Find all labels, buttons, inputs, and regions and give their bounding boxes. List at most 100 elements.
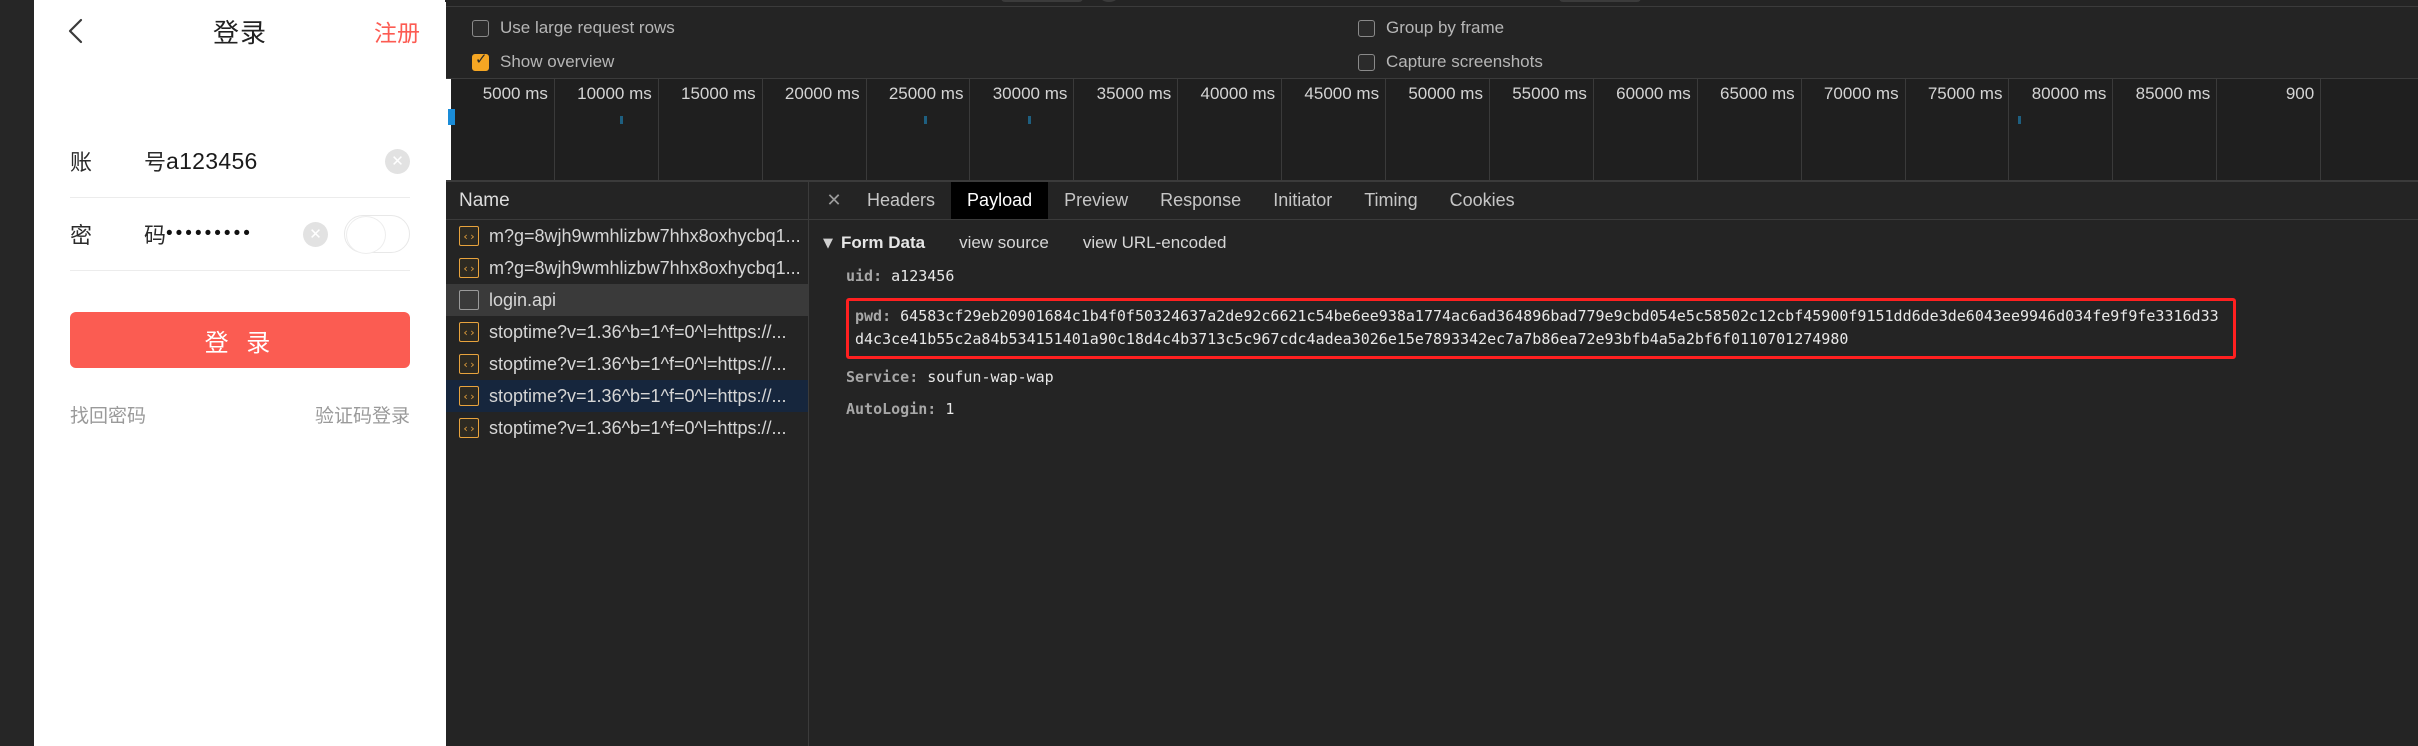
password-label: 密 码 bbox=[70, 218, 166, 250]
overview-blip-1 bbox=[620, 116, 623, 124]
clear-password-icon[interactable]: ✕ bbox=[303, 221, 328, 247]
document-icon bbox=[459, 290, 479, 310]
show-password-toggle[interactable] bbox=[344, 215, 410, 254]
overview-tick-label: 25000 ms bbox=[888, 84, 964, 103]
overview-tick-label: 15000 ms bbox=[681, 84, 756, 103]
tab-timing[interactable]: Timing bbox=[1348, 182, 1433, 219]
js-file-icon: ‹› bbox=[459, 354, 479, 374]
close-detail-icon[interactable]: ✕ bbox=[817, 182, 851, 219]
table-row[interactable]: ‹› stoptime?v=1.36^b=1^f=0^l=https://... bbox=[446, 316, 808, 348]
chevron-left-icon[interactable] bbox=[60, 16, 90, 46]
overview-tick: 35000 ms bbox=[1074, 79, 1179, 181]
table-row[interactable]: ‹› stoptime?v=1.36^b=1^f=0^l=https://... bbox=[446, 348, 808, 380]
tab-cookies[interactable]: Cookies bbox=[1434, 182, 1531, 219]
collapse-triangle-icon[interactable]: ▼ bbox=[823, 236, 833, 251]
overview-tick: 20000 ms bbox=[763, 79, 867, 181]
overview-tick: 15000 ms bbox=[659, 79, 763, 181]
overview-tick-label: 75000 ms bbox=[1927, 84, 2003, 103]
show-overview-option[interactable]: Show overview bbox=[472, 52, 614, 72]
request-name: stoptime?v=1.36^b=1^f=0^l=https://... bbox=[489, 321, 787, 342]
request-detail-pane: ✕ Headers Payload Preview Response Initiator… bbox=[809, 182, 2418, 746]
mobile-header: 登录 注册 bbox=[34, 0, 446, 62]
use-large-request-rows-checkbox[interactable] bbox=[472, 19, 489, 37]
overview-tick: 80000 ms bbox=[2010, 79, 2114, 181]
network-main-split: Name ‹› m?g=8wjh9wmhlizbw7hhx8oxhycbq1...… bbox=[446, 182, 2418, 746]
payload-view: ▼ Form Data view source view URL-encoded… bbox=[809, 220, 2418, 746]
table-row[interactable]: login.api bbox=[446, 284, 808, 316]
register-link[interactable]: 注册 bbox=[374, 14, 420, 48]
service-value[interactable]: soufun-wap-wap bbox=[927, 368, 1053, 386]
show-overview-checkbox[interactable] bbox=[472, 52, 489, 71]
js-file-icon: ‹› bbox=[459, 258, 479, 278]
overview-tick: 900 bbox=[2217, 79, 2322, 181]
password-field-row: 密 码 ••••••••• ✕ bbox=[70, 198, 410, 271]
autologin-key: AutoLogin: bbox=[846, 400, 937, 418]
detail-tabbar: ✕ Headers Payload Preview Response Initiator… bbox=[809, 182, 2418, 220]
autologin-value[interactable]: 1 bbox=[945, 400, 954, 418]
form-field-autologin: AutoLogin: 1 bbox=[823, 399, 2418, 421]
account-label: 账 号 bbox=[70, 145, 166, 177]
table-row[interactable]: ‹› stoptime?v=1.36^b=1^f=0^l=https://... bbox=[446, 412, 808, 444]
overview-tick: 85000 ms bbox=[2113, 79, 2218, 181]
capture-screenshots-option[interactable]: Capture screenshots bbox=[1358, 52, 1543, 72]
account-field-row: 账 号 a123456 ✕ bbox=[70, 125, 410, 198]
login-button[interactable]: 登 录 bbox=[70, 312, 410, 368]
capture-screenshots-checkbox[interactable] bbox=[1358, 53, 1375, 71]
toolbar-control-a[interactable] bbox=[1001, 0, 1083, 2]
use-large-request-rows-label: Use large request rows bbox=[500, 18, 675, 37]
password-label-char2: 码 bbox=[143, 224, 166, 249]
form-field-uid: uid: a123456 bbox=[823, 266, 2418, 288]
overview-tick-label: 10000 ms bbox=[577, 84, 652, 103]
overview-tick-label: 85000 ms bbox=[2135, 84, 2211, 103]
request-name: stoptime?v=1.36^b=1^f=0^l=https://... bbox=[489, 385, 787, 406]
network-overview-timeline[interactable]: 5000 ms 10000 ms 15000 ms 20000 ms 25000 ms 3… bbox=[446, 79, 2418, 182]
overview-tick-label: 70000 ms bbox=[1823, 84, 1899, 103]
overview-tick-label: 5000 ms bbox=[482, 84, 548, 103]
overview-tick: 30000 ms bbox=[971, 79, 1075, 181]
request-name: stoptime?v=1.36^b=1^f=0^l=https://... bbox=[489, 353, 787, 374]
password-input[interactable]: ••••••••• bbox=[166, 223, 303, 245]
tab-preview[interactable]: Preview bbox=[1048, 182, 1144, 219]
request-list: Name ‹› m?g=8wjh9wmhlizbw7hhx8oxhycbq1...… bbox=[446, 182, 809, 746]
overview-tick-label: 40000 ms bbox=[1200, 84, 1276, 103]
detail-tabs: Headers Payload Preview Response Initiator Ti… bbox=[851, 182, 1531, 219]
account-input[interactable]: a123456 bbox=[166, 148, 385, 175]
view-source-link[interactable]: view source bbox=[959, 233, 1049, 253]
overview-tick-label: 35000 ms bbox=[1096, 84, 1172, 103]
view-url-encoded-link[interactable]: view URL-encoded bbox=[1083, 233, 1227, 253]
use-large-request-rows-option[interactable]: Use large request rows bbox=[472, 18, 675, 38]
table-row[interactable]: ‹› m?g=8wjh9wmhlizbw7hhx8oxhycbq1... bbox=[446, 252, 808, 284]
request-column-header[interactable]: Name bbox=[446, 182, 808, 220]
form-data-title: Form Data bbox=[841, 233, 926, 252]
overview-tick-label: 80000 ms bbox=[2031, 84, 2107, 103]
toolbar-control-b[interactable] bbox=[1098, 0, 1120, 2]
devtools-toolbar-strip bbox=[445, 0, 2418, 7]
request-rows-container: ‹› m?g=8wjh9wmhlizbw7hhx8oxhycbq1... ‹› m?g… bbox=[446, 220, 808, 444]
table-row[interactable]: ‹› m?g=8wjh9wmhlizbw7hhx8oxhycbq1... bbox=[446, 220, 808, 252]
sms-login-link[interactable]: 验证码登录 bbox=[315, 401, 410, 428]
capture-screenshots-label: Capture screenshots bbox=[1386, 52, 1543, 71]
uid-value[interactable]: a123456 bbox=[891, 267, 954, 285]
toolbar-control-c[interactable] bbox=[1559, 0, 1641, 2]
group-by-frame-option[interactable]: Group by frame bbox=[1358, 18, 1504, 38]
tab-headers[interactable]: Headers bbox=[851, 182, 951, 219]
overview-tick: 5000 ms bbox=[451, 79, 555, 181]
tab-response[interactable]: Response bbox=[1144, 182, 1257, 219]
tab-payload[interactable]: Payload bbox=[951, 182, 1049, 219]
overview-blip-2 bbox=[924, 116, 927, 124]
form-field-service: Service: soufun-wap-wap bbox=[823, 367, 2418, 389]
overview-tick: 55000 ms bbox=[1490, 79, 1594, 181]
js-file-icon: ‹› bbox=[459, 226, 479, 246]
uid-key: uid: bbox=[846, 267, 883, 285]
group-by-frame-label: Group by frame bbox=[1386, 18, 1505, 37]
group-by-frame-checkbox[interactable] bbox=[1358, 19, 1375, 37]
overview-tick-label: 50000 ms bbox=[1408, 84, 1483, 103]
overview-tick-label: 900 bbox=[2285, 84, 2315, 103]
pwd-value[interactable]: 64583cf29eb20901684c1b4f0f50324637a2de92… bbox=[855, 307, 2219, 348]
overview-tick-label: 20000 ms bbox=[784, 84, 860, 103]
clear-account-icon[interactable]: ✕ bbox=[385, 148, 410, 174]
overview-tick-label: 65000 ms bbox=[1720, 84, 1795, 103]
forgot-password-link[interactable]: 找回密码 bbox=[70, 401, 146, 428]
table-row[interactable]: ‹› stoptime?v=1.36^b=1^f=0^l=https://... bbox=[446, 380, 808, 412]
tab-initiator[interactable]: Initiator bbox=[1257, 182, 1348, 219]
